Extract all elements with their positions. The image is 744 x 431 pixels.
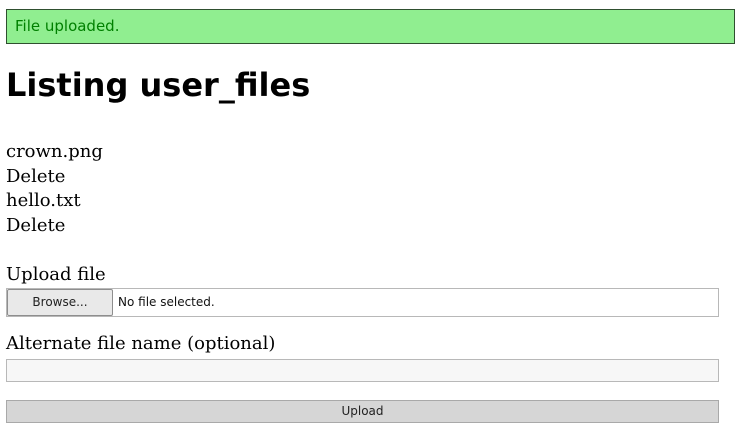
page: File uploaded. Listing user_files crown.…: [0, 0, 744, 431]
flash-notice-text: File uploaded.: [15, 17, 120, 35]
upload-button[interactable]: Upload: [6, 400, 719, 423]
delete-link[interactable]: Delete: [6, 165, 103, 190]
browse-button[interactable]: Browse...: [7, 289, 113, 316]
upload-file-label: Upload file: [6, 264, 106, 285]
file-list: crown.png Delete hello.txt Delete: [6, 140, 103, 238]
file-name: hello.txt: [6, 190, 81, 211]
alternate-file-name-label: Alternate file name (optional): [6, 333, 276, 354]
file-status-text: No file selected.: [118, 295, 215, 309]
alternate-file-name-input[interactable]: [6, 359, 719, 382]
flash-notice: File uploaded.: [6, 9, 735, 44]
file-input[interactable]: Browse... No file selected.: [6, 288, 719, 317]
page-title: Listing user_files: [6, 66, 311, 104]
file-name: crown.png: [6, 141, 103, 162]
delete-link[interactable]: Delete: [6, 214, 103, 239]
